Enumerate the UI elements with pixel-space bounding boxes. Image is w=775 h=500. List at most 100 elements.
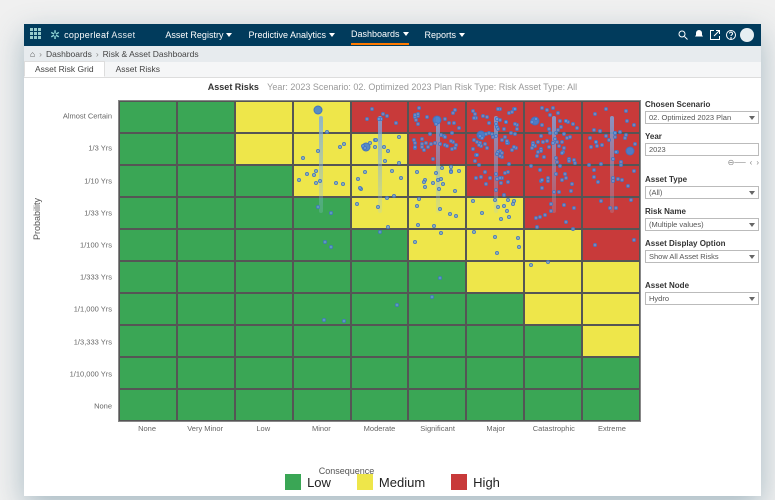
heatmap-cell[interactable] bbox=[119, 133, 177, 165]
filter-asset-type-select[interactable]: (All) bbox=[645, 186, 759, 199]
heatmap-cell[interactable] bbox=[119, 389, 177, 421]
heatmap-cell[interactable] bbox=[351, 389, 409, 421]
heatmap-cell[interactable] bbox=[293, 293, 351, 325]
heatmap-cell[interactable] bbox=[177, 389, 235, 421]
heatmap-cell[interactable] bbox=[351, 165, 409, 197]
bell-icon[interactable] bbox=[691, 27, 707, 43]
heatmap-cell[interactable] bbox=[119, 261, 177, 293]
heatmap-cell[interactable] bbox=[119, 197, 177, 229]
heatmap-cell[interactable] bbox=[177, 261, 235, 293]
heatmap-cell[interactable] bbox=[524, 229, 582, 261]
heatmap-cell[interactable] bbox=[582, 261, 640, 293]
heatmap-cell[interactable] bbox=[177, 101, 235, 133]
heatmap-cell[interactable] bbox=[466, 101, 524, 133]
user-avatar[interactable] bbox=[739, 27, 755, 43]
heatmap-cell[interactable] bbox=[293, 197, 351, 229]
heatmap-cell[interactable] bbox=[119, 357, 177, 389]
heatmap-cell[interactable] bbox=[582, 357, 640, 389]
tab-asset-risks[interactable]: Asset Risks bbox=[105, 61, 171, 77]
heatmap-cell[interactable] bbox=[235, 197, 293, 229]
heatmap-cell[interactable] bbox=[351, 357, 409, 389]
heatmap-cell[interactable] bbox=[408, 197, 466, 229]
heatmap-cell[interactable] bbox=[582, 133, 640, 165]
nav-asset-registry[interactable]: Asset Registry bbox=[165, 25, 232, 45]
nav-predictive-analytics[interactable]: Predictive Analytics bbox=[248, 25, 335, 45]
filter-year-select[interactable]: 2023 bbox=[645, 143, 759, 156]
heatmap-cell[interactable] bbox=[293, 261, 351, 293]
nav-reports[interactable]: Reports bbox=[425, 25, 466, 45]
heatmap-cell[interactable] bbox=[119, 165, 177, 197]
heatmap-cell[interactable] bbox=[293, 325, 351, 357]
heatmap-cell[interactable] bbox=[119, 229, 177, 261]
heatmap-cell[interactable] bbox=[351, 325, 409, 357]
heatmap-cell[interactable] bbox=[408, 133, 466, 165]
home-icon[interactable]: ⌂ bbox=[30, 49, 35, 59]
heatmap-cell[interactable] bbox=[408, 165, 466, 197]
filter-risk-name-select[interactable]: (Multiple values) bbox=[645, 218, 759, 231]
year-next-icon[interactable]: › bbox=[756, 158, 759, 167]
heatmap-cell[interactable] bbox=[351, 261, 409, 293]
heatmap-cell[interactable] bbox=[524, 165, 582, 197]
heatmap-cell[interactable] bbox=[293, 357, 351, 389]
heatmap-cell[interactable] bbox=[177, 325, 235, 357]
heatmap-cell[interactable] bbox=[235, 293, 293, 325]
heatmap-cell[interactable] bbox=[466, 165, 524, 197]
tab-asset-risk-grid[interactable]: Asset Risk Grid bbox=[24, 61, 105, 77]
heatmap-cell[interactable] bbox=[466, 357, 524, 389]
heatmap-cell[interactable] bbox=[408, 293, 466, 325]
heatmap-cell[interactable] bbox=[351, 197, 409, 229]
heatmap-cell[interactable] bbox=[235, 325, 293, 357]
heatmap-cell[interactable] bbox=[177, 197, 235, 229]
heatmap-cell[interactable] bbox=[582, 325, 640, 357]
year-prev-icon[interactable]: ‹ bbox=[750, 158, 753, 167]
heatmap-cell[interactable] bbox=[351, 229, 409, 261]
heatmap-cell[interactable] bbox=[466, 197, 524, 229]
heatmap-cell[interactable] bbox=[235, 133, 293, 165]
breadcrumb-link[interactable]: Dashboards bbox=[46, 49, 92, 59]
heatmap-cell[interactable] bbox=[466, 293, 524, 325]
heatmap-cell[interactable] bbox=[466, 389, 524, 421]
heatmap-cell[interactable] bbox=[293, 101, 351, 133]
heatmap-cell[interactable] bbox=[524, 357, 582, 389]
heatmap-cell[interactable] bbox=[408, 357, 466, 389]
heatmap-cell[interactable] bbox=[524, 389, 582, 421]
heatmap-cell[interactable] bbox=[582, 101, 640, 133]
heatmap-cell[interactable] bbox=[119, 101, 177, 133]
heatmap-cell[interactable] bbox=[235, 389, 293, 421]
heatmap-cell[interactable] bbox=[293, 229, 351, 261]
heatmap-cell[interactable] bbox=[177, 165, 235, 197]
heatmap-cell[interactable] bbox=[235, 261, 293, 293]
heatmap-cell[interactable] bbox=[582, 165, 640, 197]
heatmap-cell[interactable] bbox=[235, 165, 293, 197]
help-icon[interactable] bbox=[723, 27, 739, 43]
heatmap-cell[interactable] bbox=[524, 325, 582, 357]
heatmap-cell[interactable] bbox=[408, 229, 466, 261]
filter-scenario-select[interactable]: 02. Optimized 2023 Plan bbox=[645, 111, 759, 124]
heatmap-cell[interactable] bbox=[524, 133, 582, 165]
heatmap-cell[interactable] bbox=[351, 101, 409, 133]
heatmap-cell[interactable] bbox=[119, 293, 177, 325]
heatmap-cell[interactable] bbox=[235, 101, 293, 133]
heatmap-cell[interactable] bbox=[351, 133, 409, 165]
heatmap-cell[interactable] bbox=[408, 325, 466, 357]
filter-asset-node-select[interactable]: Hydro bbox=[645, 292, 759, 305]
heatmap-cell[interactable] bbox=[119, 325, 177, 357]
heatmap-cell[interactable] bbox=[582, 389, 640, 421]
heatmap-cell[interactable] bbox=[293, 389, 351, 421]
open-external-icon[interactable] bbox=[707, 27, 723, 43]
heatmap-cell[interactable] bbox=[524, 261, 582, 293]
heatmap-cell[interactable] bbox=[408, 261, 466, 293]
heatmap-cell[interactable] bbox=[466, 133, 524, 165]
apps-grid-icon[interactable] bbox=[30, 28, 44, 42]
heatmap-cell[interactable] bbox=[408, 101, 466, 133]
heatmap-cell[interactable] bbox=[524, 293, 582, 325]
heatmap-cell[interactable] bbox=[524, 101, 582, 133]
year-slider-icon[interactable]: ⊖── bbox=[728, 158, 746, 167]
heatmap-cell[interactable] bbox=[582, 229, 640, 261]
heatmap-cell[interactable] bbox=[351, 293, 409, 325]
nav-dashboards[interactable]: Dashboards bbox=[351, 25, 409, 45]
heatmap-cell[interactable] bbox=[177, 293, 235, 325]
heatmap-cell[interactable] bbox=[582, 293, 640, 325]
heatmap-cell[interactable] bbox=[235, 357, 293, 389]
heatmap-cell[interactable] bbox=[582, 197, 640, 229]
